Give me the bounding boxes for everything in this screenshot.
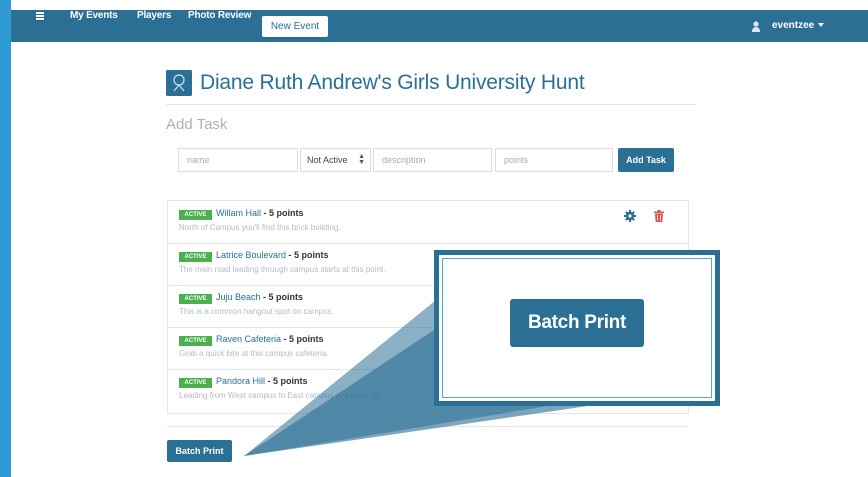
- task-points-input[interactable]: points: [495, 148, 613, 172]
- select-arrows-icon: ▲ ▼: [358, 153, 365, 166]
- status-badge: ACTIVE: [179, 210, 212, 220]
- gear-icon[interactable]: [624, 210, 636, 222]
- task-row[interactable]: ACTIVE Willam Hall - 5 points North of C…: [168, 201, 688, 244]
- batch-print-button[interactable]: Batch Print: [167, 440, 232, 462]
- task-name[interactable]: Raven Cafeteria: [216, 334, 281, 344]
- status-select-value: Not Active: [307, 155, 348, 165]
- status-select[interactable]: Not Active ▲ ▼: [300, 148, 371, 172]
- nav-players[interactable]: Players: [137, 0, 171, 32]
- hamburger-icon[interactable]: [36, 12, 44, 20]
- user-menu[interactable]: eventzee: [772, 10, 825, 42]
- window-edge-strip: [0, 0, 11, 477]
- chevron-down-icon: [818, 23, 825, 28]
- batch-print-callout-button: Batch Print: [510, 299, 644, 347]
- status-badge: ACTIVE: [179, 294, 212, 304]
- task-name[interactable]: Pandora Hill: [216, 376, 265, 386]
- event-header: Diane Ruth Andrew's Girls University Hun…: [166, 70, 696, 105]
- page-title: Diane Ruth Andrew's Girls University Hun…: [200, 71, 585, 94]
- trash-icon[interactable]: [654, 210, 664, 222]
- task-points: - 5 points: [260, 292, 304, 302]
- status-badge: ACTIVE: [179, 252, 212, 262]
- nav-my-events[interactable]: My Events: [70, 0, 118, 32]
- add-task-heading: Add Task: [166, 116, 228, 133]
- nav-photo-review[interactable]: Photo Review: [188, 0, 251, 32]
- event-logo-icon: [166, 70, 192, 96]
- task-name-input[interactable]: name: [178, 148, 298, 172]
- status-badge: ACTIVE: [179, 336, 212, 346]
- task-description: The main road leading through campus sta…: [179, 265, 386, 274]
- user-icon: [752, 21, 760, 32]
- username: eventzee: [772, 20, 815, 31]
- task-points: - 5 points: [286, 250, 329, 260]
- task-points: - 5 points: [281, 334, 324, 344]
- task-points: - 5 points: [261, 208, 304, 218]
- task-description: Leading from West campus to East campus …: [179, 391, 383, 400]
- task-description: North of Campus you'll find this brick b…: [179, 223, 341, 232]
- task-description: Grab a quick bite at this campus cafeter…: [179, 349, 329, 358]
- task-name[interactable]: Latrice Boulevard: [216, 250, 286, 260]
- divider: [167, 426, 687, 427]
- status-badge: ACTIVE: [179, 378, 212, 388]
- add-task-button[interactable]: Add Task: [618, 148, 674, 172]
- nav-new-event[interactable]: New Event: [262, 16, 328, 37]
- task-description: This is a common hangout spot on campus.: [179, 307, 334, 316]
- task-points: - 5 points: [265, 376, 308, 386]
- task-name[interactable]: Juju Beach: [216, 292, 261, 302]
- task-description-input[interactable]: description: [373, 148, 492, 172]
- task-name[interactable]: Willam Hall: [216, 208, 261, 218]
